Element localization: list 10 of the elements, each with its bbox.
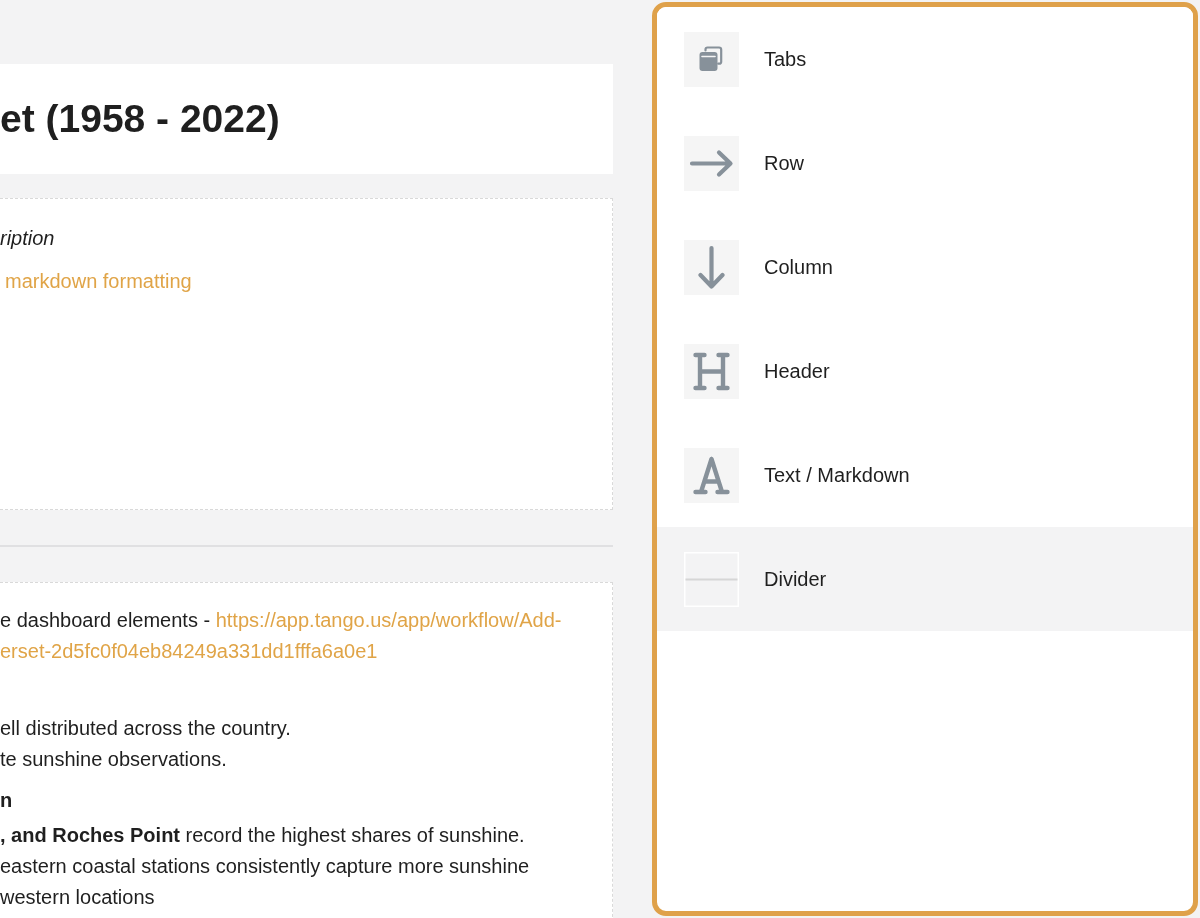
paragraph-text: ell distributed across the country. te sunshine observations.	[0, 716, 292, 772]
paragraph-text: , and Roches Point record the highest shares of sunshine. eastern coastal stations consistently capture more sunshine western locations	[0, 823, 531, 910]
description-text: ription	[0, 226, 56, 251]
section-heading: n	[0, 788, 14, 813]
letter-a-icon	[684, 447, 739, 503]
dashboard-title: et (1958 - 2022)	[0, 95, 280, 142]
paragraph-text: e dashboard elements - https://app.tango.us/app/workflow/Add- erset-2d5fc0f04eb84249a331dd1fffa6a0e1	[0, 608, 563, 664]
stacked-squares-icon	[684, 31, 739, 87]
component-item[interactable]: Divider	[657, 527, 1193, 631]
letter-h-icon	[684, 343, 739, 399]
